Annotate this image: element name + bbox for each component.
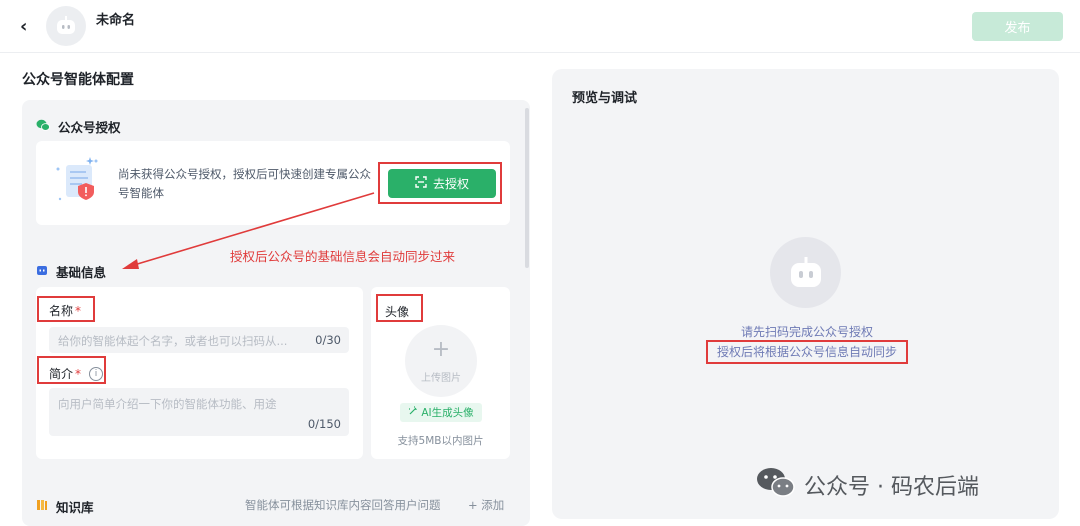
name-placeholder: 给你的智能体起个名字，或者也可以扫码从... [58,334,288,348]
annotation-text: 授权后公众号的基础信息会自动同步过来 [230,249,456,264]
magic-icon [408,406,418,419]
knowledge-description: 智能体可根据知识库内容回答用户问题 [245,498,441,512]
basic-section-header: 基础信息 [36,262,106,281]
ai-badge-label: AI生成头像 [421,407,474,419]
name-input[interactable]: 给你的智能体起个名字，或者也可以扫码从... 0/30 [49,327,349,353]
top-bar: ‹ 未命名 发布 [0,0,1080,53]
required-mark: * [75,366,82,381]
knowledge-add-button[interactable]: + 添加 [468,497,504,513]
name-label-text: 名称 [49,304,74,318]
info-icon[interactable]: i [89,366,104,381]
name-label: 名称 * [49,302,81,319]
watermark: 公众号 · 码农后端 [756,466,979,504]
wechat-icon [36,119,50,135]
intro-counter: 0/150 [307,417,341,431]
preview-hint-line2: 授权后将根据公众号信息自动同步 [716,345,897,359]
knowledge-section: 知识库 智能体可根据知识库内容回答用户问题 + 添加 [22,480,530,526]
intro-textarea[interactable]: 向用户简单介绍一下你的智能体功能、用途 0/150 [49,388,349,436]
intro-label-text: 简介 [49,367,74,381]
publish-button[interactable]: 发布 [972,12,1063,41]
avatar-label: 头像 [385,305,410,319]
preview-hint-line1: 请先扫码完成公众号授权 [740,325,873,339]
basic-info-icon [36,264,48,279]
robot-avatar-icon [770,237,841,308]
qr-scan-icon [415,176,427,191]
name-counter: 0/30 [315,333,341,347]
app-name[interactable]: 未命名 [96,9,135,28]
upload-label: 上传图片 [421,372,461,384]
robot-avatar-icon[interactable] [46,6,86,46]
auth-description: 尚未获得公众号授权，授权后可快速创建专属公众号智能体 [118,167,371,200]
scrollbar[interactable] [525,108,529,268]
knowledge-header: 知识库 [36,497,94,516]
plus-icon: + [431,336,451,362]
intro-placeholder: 向用户简单介绍一下你的智能体功能、用途 [58,397,277,411]
intro-label: 简介 * i [49,365,104,382]
upload-hint: 支持5MB以内图片 [397,435,484,447]
wechat-watermark-icon [756,466,796,504]
required-mark: * [75,303,82,318]
avatar-upload[interactable]: + 上传图片 [405,325,477,397]
auth-section-title: 公众号授权 [58,120,121,135]
knowledge-title: 知识库 [56,500,94,515]
basic-section-title: 基础信息 [56,265,107,280]
auth-section-header: 公众号授权 [36,117,121,136]
preview-title: 预览与调试 [572,91,638,106]
config-title: 公众号智能体配置 [22,72,134,88]
document-shield-illustration [50,155,106,207]
watermark-text: 公众号 · 码农后端 [804,475,979,500]
go-authorize-label: 去授权 [432,177,469,191]
go-authorize-button[interactable]: 去授权 [388,169,496,198]
ai-generate-avatar-button[interactable]: AI生成头像 [400,403,482,422]
back-arrow-icon[interactable]: ‹ [20,16,27,37]
knowledge-icon [36,499,48,514]
